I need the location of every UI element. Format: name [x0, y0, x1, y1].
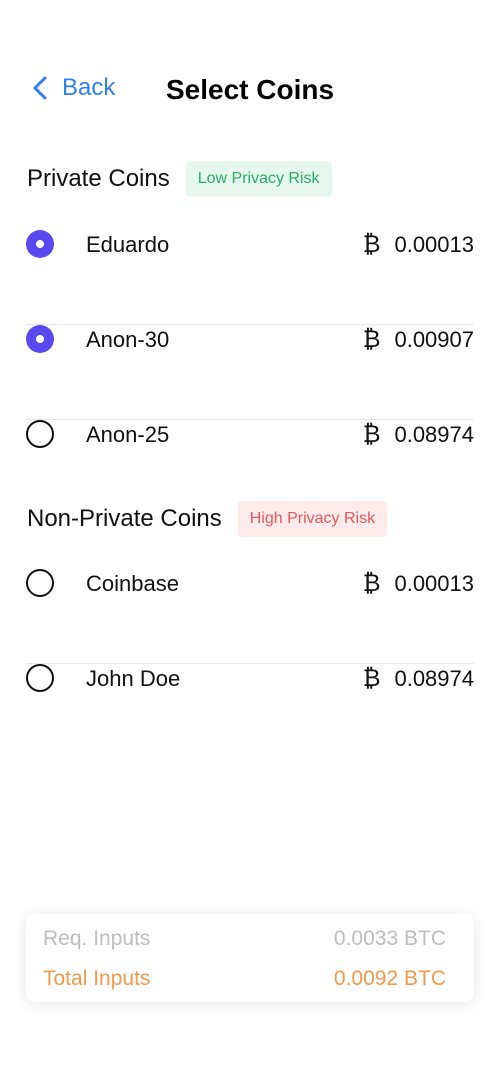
total-inputs-label: Total Inputs — [43, 967, 151, 990]
coin-amount: ₿ 0.00907 — [363, 325, 474, 354]
coin-amount-value: 0.08974 — [394, 665, 474, 691]
chevron-left-icon — [33, 76, 47, 100]
total-inputs-value: 0.0092 BTC — [333, 967, 446, 990]
bitcoin-icon: ₿ — [362, 569, 381, 597]
coin-name: Coinbase — [86, 571, 179, 596]
coin-amount-value: 0.00013 — [394, 570, 474, 596]
bitcoin-icon: ₿ — [362, 325, 381, 353]
radio-selected-icon[interactable] — [26, 325, 54, 353]
bitcoin-icon: ₿ — [362, 230, 381, 258]
coin-amount-value: 0.00013 — [394, 231, 474, 257]
private-coins-header: Private Coins Low Privacy Risk — [27, 161, 332, 197]
coin-name: Eduardo — [86, 232, 170, 257]
coin-row-eduardo[interactable]: Eduardo ₿ 0.00013 — [26, 230, 474, 325]
req-inputs-value: 0.0033 BTC — [333, 927, 446, 950]
coin-row-anon-30[interactable]: Anon-30 ₿ 0.00907 — [26, 325, 474, 420]
inputs-summary-card: Req. Inputs 0.0033 BTC Total Inputs 0.00… — [26, 914, 474, 1002]
req-inputs-label: Req. Inputs — [43, 927, 151, 950]
section-title-non-private: Non-Private Coins — [27, 505, 222, 532]
back-button[interactable]: Back — [30, 74, 115, 102]
low-privacy-risk-badge: Low Privacy Risk — [185, 161, 332, 197]
radio-selected-icon[interactable] — [26, 230, 54, 258]
coin-amount: ₿ 0.08974 — [363, 420, 474, 449]
coin-amount: ₿ 0.08974 — [363, 664, 474, 693]
coin-amount-value: 0.00907 — [394, 326, 474, 352]
back-label: Back — [62, 74, 116, 101]
coin-amount: ₿ 0.00013 — [363, 230, 474, 259]
req-inputs-row: Req. Inputs 0.0033 BTC — [43, 927, 446, 951]
coin-name: John Doe — [86, 666, 181, 691]
total-inputs-row: Total Inputs 0.0092 BTC — [43, 967, 446, 991]
non-private-coins-header: Non-Private Coins High Privacy Risk — [27, 501, 388, 537]
radio-unselected-icon[interactable] — [26, 664, 54, 692]
radio-unselected-icon[interactable] — [26, 569, 54, 597]
coin-amount-value: 0.08974 — [394, 421, 474, 447]
coin-row-john-doe[interactable]: John Doe ₿ 0.08974 — [26, 664, 474, 759]
section-title-private: Private Coins — [27, 165, 170, 192]
bitcoin-icon: ₿ — [362, 664, 381, 692]
coin-amount: ₿ 0.00013 — [363, 569, 474, 598]
high-privacy-risk-badge: High Privacy Risk — [237, 501, 388, 537]
coin-name: Anon-25 — [86, 422, 170, 447]
coin-name: Anon-30 — [86, 327, 170, 352]
coin-row-coinbase[interactable]: Coinbase ₿ 0.00013 — [26, 569, 474, 664]
radio-unselected-icon[interactable] — [26, 420, 54, 448]
header-bar: Select Coins Back — [0, 60, 500, 122]
bitcoin-icon: ₿ — [362, 420, 381, 448]
